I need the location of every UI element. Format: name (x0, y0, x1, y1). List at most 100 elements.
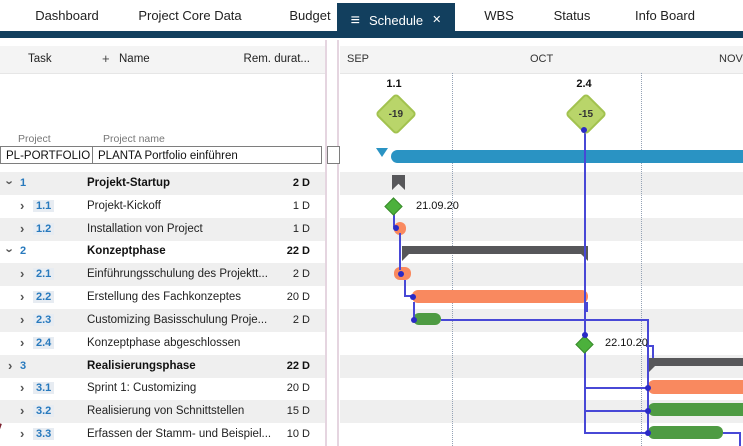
task-number[interactable]: 3 (20, 360, 26, 372)
project-name-field[interactable]: PLANTA Portfolio einführen (92, 146, 322, 164)
task-number[interactable]: 2.3 (33, 314, 54, 326)
task-row-2[interactable]: ›2 Konzeptphase 22 D (0, 240, 743, 263)
task-duration: 10 D (230, 428, 310, 440)
col-header-duration[interactable]: Rem. durat... (230, 53, 310, 65)
link-3-3-down (739, 432, 741, 446)
task-bar-2-3[interactable] (413, 313, 441, 325)
task-number[interactable]: 2.2 (33, 291, 54, 303)
task-number[interactable]: 3.1 (33, 382, 54, 394)
tab-budget[interactable]: Budget (278, 0, 342, 31)
milestone-buffer-diamond[interactable]: -19 (375, 93, 417, 135)
task-row-3.1[interactable]: › 3.1 Sprint 1: Customizing 20 D (0, 377, 743, 400)
connector-node (581, 127, 587, 133)
task-number[interactable]: 1 (20, 177, 26, 189)
link-3-3-out (723, 432, 740, 434)
buffer-value: -19 (389, 108, 403, 119)
chevron-right-icon[interactable]: › (20, 335, 24, 350)
connector-node (398, 271, 404, 277)
task-row-2.1[interactable]: ›2.1Einführungsschulung des Projektt...2… (0, 263, 743, 286)
column-header-band (0, 46, 743, 74)
link-2-4-to-3-1 (584, 387, 648, 389)
task-duration: 2 D (230, 268, 310, 280)
task-bar-3-2[interactable] (648, 403, 743, 416)
connector-node (410, 294, 416, 300)
col-header-task[interactable]: Task (28, 53, 52, 65)
task-number[interactable]: 1.2 (33, 223, 54, 235)
project-duration-field[interactable] (327, 146, 340, 164)
task-duration: 1 D (230, 223, 310, 235)
task-duration: 2 D (230, 314, 310, 326)
task-number[interactable]: 3.2 (33, 405, 54, 417)
task-bar-3-1[interactable] (648, 380, 743, 394)
project-start-marker[interactable] (376, 148, 388, 157)
chevron-right-icon[interactable]: › (20, 312, 24, 327)
chevron-right-icon[interactable]: › (20, 221, 24, 236)
task-number[interactable]: 1.1 (33, 200, 54, 212)
tab-wbs[interactable]: WBS (472, 0, 526, 31)
panel-splitter[interactable] (325, 40, 340, 446)
task-row-3[interactable]: › 3 Realisierungsphase 22 D (0, 355, 743, 378)
project-id-field[interactable]: PL-PORTFOLIO (0, 146, 93, 164)
chevron-right-icon[interactable]: › (8, 358, 12, 373)
task-row-1.2[interactable]: › 1.2 Installation von Project 1 D (0, 218, 743, 241)
close-icon[interactable]: ✕ (432, 15, 441, 26)
task-number[interactable]: 3.3 (33, 428, 54, 440)
connector-node (645, 430, 651, 436)
task-number[interactable]: 2.1 (33, 268, 54, 280)
tab-project-core-data[interactable]: Project Core Data (128, 0, 252, 31)
month-label-sep: SEP (347, 53, 369, 65)
task-row-1.1[interactable]: ›1.1Projekt-Kickoff1 D (0, 195, 743, 218)
task-number[interactable]: 2.4 (33, 337, 54, 349)
chevron-right-icon[interactable]: › (20, 266, 24, 281)
task-duration: 15 D (230, 405, 310, 417)
link-1-2-to-2-1 (399, 233, 401, 270)
chevron-down-icon[interactable]: › (3, 249, 18, 253)
phase-bar-2[interactable] (402, 246, 588, 254)
chevron-down-icon[interactable]: › (3, 180, 18, 184)
project-bar[interactable] (391, 150, 743, 163)
task-name: Sprint 1: Customizing (87, 382, 196, 394)
link-2-3-out (441, 319, 649, 321)
task-number[interactable]: 2 (20, 245, 26, 257)
month-label-oct: OCT (530, 53, 553, 65)
connector-node (645, 408, 651, 414)
col-header-name[interactable]: Name (119, 53, 150, 65)
task-duration: 22 D (230, 245, 310, 257)
task-bar-3-3[interactable] (648, 426, 723, 439)
project-id-label: Project (18, 133, 51, 145)
task-name: Realisierungsphase (87, 360, 196, 372)
link-2-2-to-2-4 (586, 302, 588, 312)
tab-schedule[interactable]: ≡ Schedule ✕ (337, 3, 455, 38)
chevron-right-icon[interactable]: › (20, 426, 24, 441)
phase-bar-3[interactable] (648, 358, 743, 366)
task-row-1[interactable]: ›1 Projekt-Startup 2 D (0, 172, 743, 195)
task-name: Konzeptphase abgeschlossen (87, 337, 240, 349)
connector-node (645, 385, 651, 391)
chevron-right-icon[interactable]: › (20, 198, 24, 213)
task-duration: 22 D (230, 360, 310, 372)
tab-info-board[interactable]: Info Board (625, 0, 705, 31)
task-name: Konzeptphase (87, 245, 166, 257)
buffer-value: -15 (579, 108, 593, 119)
chevron-right-icon[interactable]: › (20, 380, 24, 395)
connector-node (411, 317, 417, 323)
task-bar-2-2[interactable] (412, 290, 588, 303)
chevron-right-icon[interactable]: › (20, 403, 24, 418)
task-name: Installation von Project (87, 223, 203, 235)
milestone-ref-label: 1.1 (381, 78, 407, 90)
link-2-4-down (584, 350, 586, 434)
task-duration: 2 D (230, 177, 310, 189)
task-duration: 20 D (230, 382, 310, 394)
kickoff-date-label: 21.09.20 (416, 200, 459, 212)
task-row-2.2[interactable]: ›2.2Erstellung des Fachkonzeptes20 D (0, 286, 743, 309)
task-row-3.3[interactable]: ›3.3Erfassen der Stamm- und Beispiel...1… (0, 423, 743, 446)
chevron-right-icon[interactable]: › (20, 289, 24, 304)
tab-dashboard[interactable]: Dashboard (22, 0, 112, 31)
tab-status[interactable]: Status (542, 0, 602, 31)
add-column-button[interactable]: + (102, 51, 110, 66)
menu-icon[interactable]: ≡ (351, 13, 360, 29)
task-name: Projekt-Startup (87, 177, 170, 189)
gridline-oct (452, 73, 453, 446)
task-row-3.2[interactable]: ›3.2Realisierung von Schnittstellen15 D (0, 400, 743, 423)
task-name: Projekt-Kickoff (87, 200, 161, 212)
